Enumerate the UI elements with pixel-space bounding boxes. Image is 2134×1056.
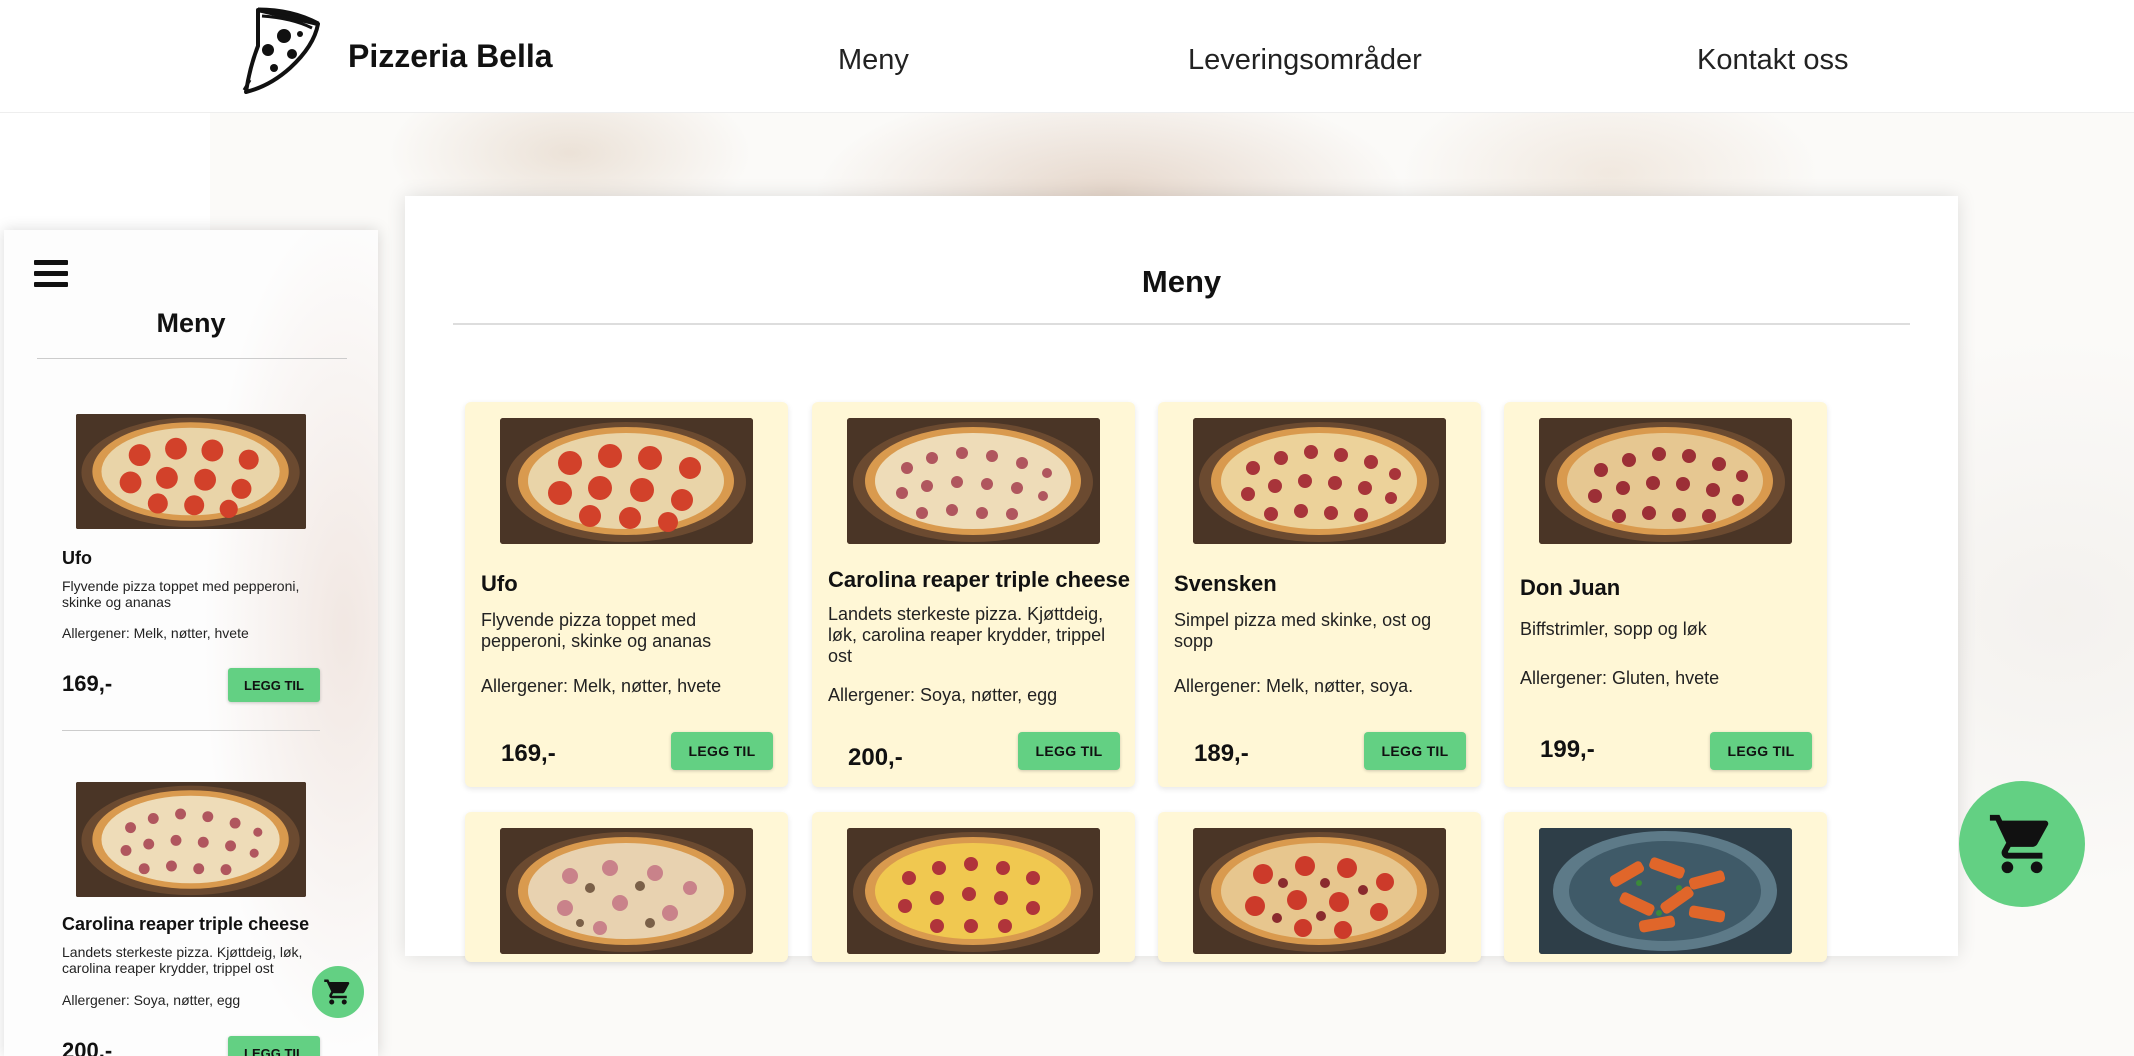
divider [453, 323, 1910, 325]
nav-link-meny[interactable]: Meny [838, 44, 909, 77]
site-header: Pizzeria Bella Meny Leveringsområder Kon… [0, 0, 2134, 113]
shopping-cart-icon [324, 979, 350, 1005]
item-price: 200,- [62, 1038, 113, 1056]
ham-cheese-pizza-image [76, 782, 306, 897]
item-price: 200,- [848, 744, 903, 771]
brand-name[interactable]: Pizzeria Bella [348, 38, 553, 75]
item-description: Landets sterkeste pizza. Kjøttdeig, løk,… [828, 604, 1106, 666]
item-price: 169,- [62, 671, 113, 696]
item-allergens: Allergener: Soya, nøtter, egg [62, 992, 241, 1008]
item-description: Flyvende pizza toppet med pepperoni, ski… [481, 610, 712, 651]
item-name: Carolina reaper triple cheese [828, 567, 1131, 592]
menu-card: Ufo Flyvende pizza toppet med pepperoni,… [465, 402, 788, 787]
item-price: 169,- [501, 740, 556, 767]
item-name: Ufo [62, 548, 92, 568]
item-name: Ufo [481, 571, 518, 596]
tomato-pepperoni-pizza-image [1193, 828, 1446, 954]
add-to-cart-button[interactable]: LEGG TIL [228, 668, 320, 702]
item-description: Biffstrimler, sopp og løk [1520, 619, 1707, 639]
menu-card [465, 812, 788, 962]
item-name: Carolina reaper triple cheese [62, 914, 310, 934]
nav-link-kontakt-oss[interactable]: Kontakt oss [1697, 44, 1849, 77]
tomato-pizza-image [500, 418, 753, 544]
shopping-cart-icon [1989, 814, 2049, 874]
item-description: Landets sterkeste pizza. Kjøttdeig, løk,… [62, 944, 303, 976]
tomato-pizza-image [76, 414, 306, 529]
pizza-slice-logo-icon[interactable] [240, 6, 324, 94]
menu-title: Meny [1141, 264, 1222, 299]
item-allergens: Allergener: Melk, nøtter, soya. [1174, 676, 1414, 696]
item-price: 199,- [1540, 736, 1595, 763]
item-allergens: Allergener: Gluten, hvete [1520, 668, 1720, 688]
item-name: Svensken [1174, 571, 1277, 596]
menu-card [812, 812, 1135, 962]
shopping-cart-button[interactable] [1959, 781, 2085, 907]
item-price: 189,- [1194, 740, 1249, 767]
item-allergens: Allergener: Soya, nøtter, egg [828, 685, 1058, 705]
menu-card: Don Juan Biffstrimler, sopp og løk Aller… [1504, 402, 1827, 787]
pepperoni-pizza-image [1193, 418, 1446, 544]
hamburger-menu-icon[interactable] [34, 260, 68, 288]
page: Pizzeria Bella Meny Leveringsområder Kon… [0, 0, 2134, 1056]
add-to-cart-button[interactable]: LEGG TIL [1018, 732, 1120, 770]
ham-cheese-pizza-image [847, 418, 1100, 544]
mobile-shopping-cart-button[interactable] [312, 966, 364, 1018]
menu-card [1158, 812, 1481, 962]
add-to-cart-button[interactable]: LEGG TIL [671, 732, 773, 770]
divider [62, 730, 320, 731]
ham-mushroom-pizza-image [500, 828, 753, 954]
item-description: Simpel pizza med skinke, ost og sopp [1174, 610, 1432, 651]
item-allergens: Allergener: Melk, nøtter, hvete [62, 625, 249, 641]
add-to-cart-button[interactable]: LEGG TIL [1364, 732, 1466, 770]
mobile-preview: Meny Ufo Flyvende pizza toppet med peppe… [4, 230, 378, 1056]
add-to-cart-button[interactable]: LEGG TIL [228, 1036, 320, 1056]
menu-card [1504, 812, 1827, 962]
menu-card: Svensken Simpel pizza med skinke, ost og… [1158, 402, 1481, 787]
pepperoni-pizza-image [1539, 418, 1792, 544]
mobile-menu-title: Meny [156, 308, 226, 338]
menu-panel: Meny Ufo Flyvende pizza toppet med peppe… [405, 196, 1958, 962]
item-allergens: Allergener: Melk, nøtter, hvete [481, 676, 722, 696]
menu-card: Carolina reaper triple cheese Landets st… [812, 402, 1135, 787]
add-to-cart-button[interactable]: LEGG TIL [1710, 732, 1812, 770]
penne-pasta-image [1539, 828, 1792, 954]
nav-link-leveringsomrader[interactable]: Leveringsområder [1188, 44, 1422, 77]
item-name: Don Juan [1520, 575, 1621, 600]
pepperoni-corn-pizza-image [847, 828, 1100, 954]
item-description: Flyvende pizza toppet med pepperoni, ski… [62, 578, 300, 610]
divider [37, 358, 347, 359]
